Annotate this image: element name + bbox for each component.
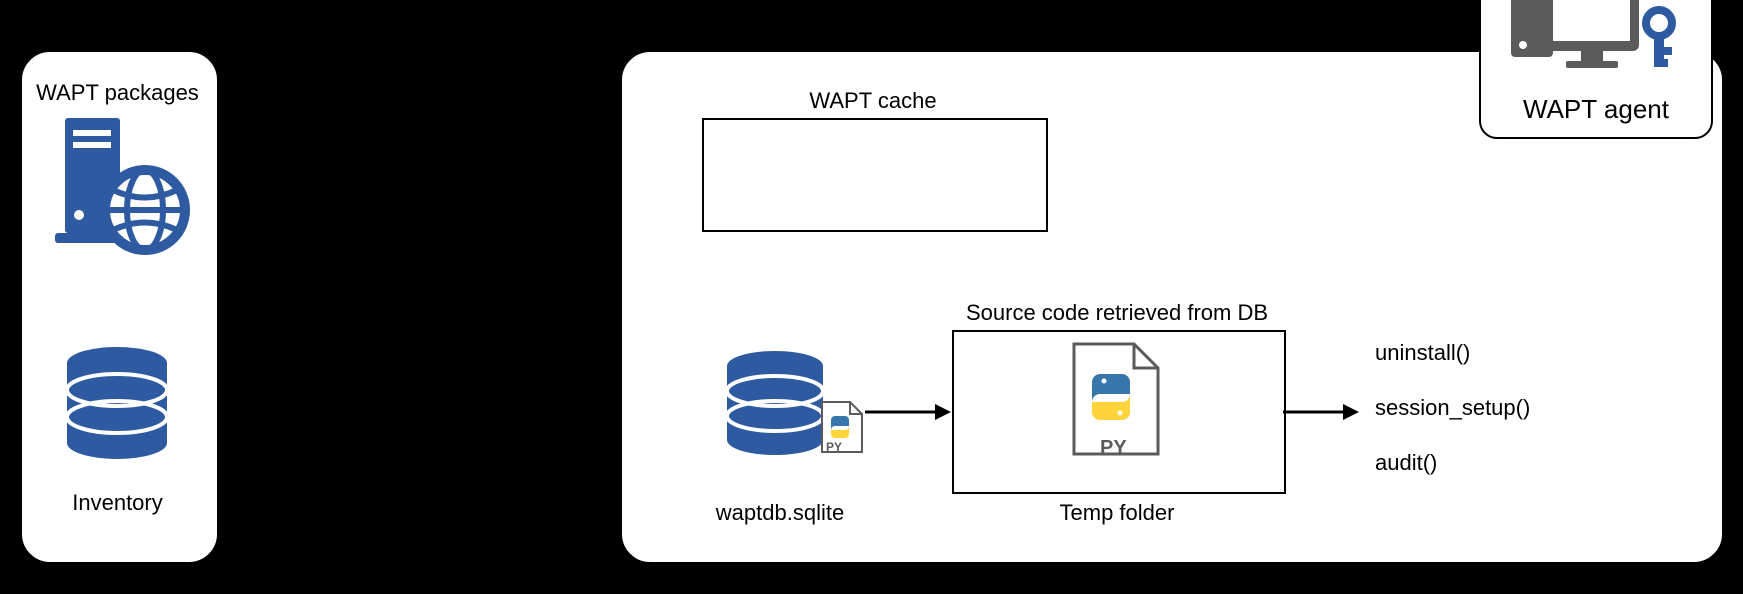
arrow-temp-to-functions — [1283, 400, 1363, 430]
fn-uninstall: uninstall() — [1375, 340, 1470, 366]
cache-label: WAPT cache — [702, 88, 1044, 114]
inventory-label: Inventory — [30, 490, 205, 516]
waptdb-label: waptdb.sqlite — [700, 500, 860, 526]
packages-label: WAPT packages — [30, 80, 205, 106]
arrow-db-to-temp — [865, 400, 955, 430]
agent-badge: WAPT agent — [1479, 0, 1713, 139]
agent-badge-label: WAPT agent — [1481, 94, 1711, 125]
cache-box — [702, 118, 1048, 232]
agent-computers-icon — [1511, 0, 1681, 82]
source-label: Source code retrieved from DB — [952, 300, 1282, 326]
py-big-label: PY — [1100, 436, 1127, 460]
fn-audit: audit() — [1375, 450, 1437, 476]
waptdb-icon — [720, 350, 830, 470]
temp-folder-label: Temp folder — [952, 500, 1282, 526]
py-small-label: PY — [826, 440, 842, 454]
fn-session-setup: session_setup() — [1375, 395, 1530, 421]
inventory-db-icon — [62, 345, 172, 475]
server-globe-icon — [55, 110, 185, 260]
